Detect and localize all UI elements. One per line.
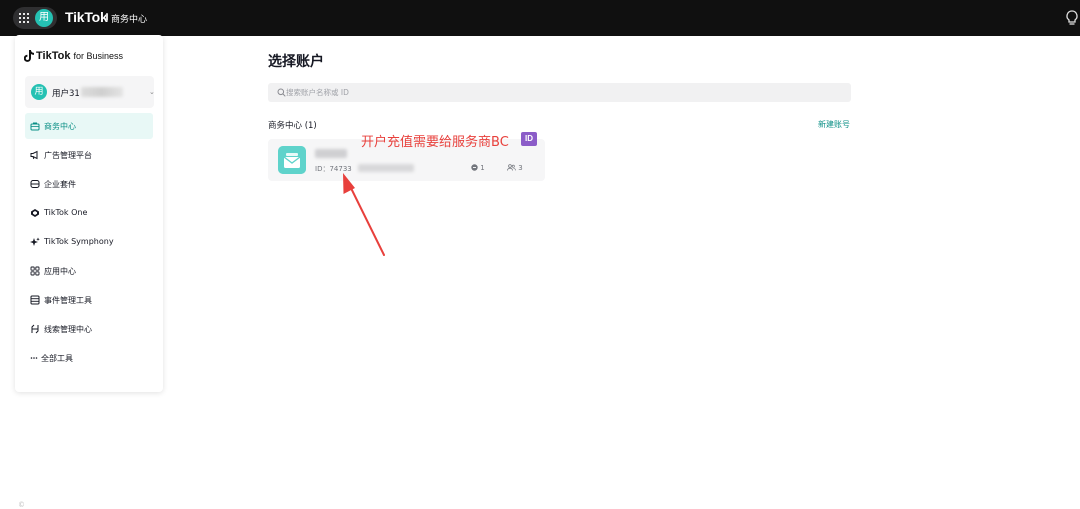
app-switcher-button[interactable]: 用 xyxy=(13,7,57,29)
suite-icon xyxy=(30,180,40,188)
lightbulb-icon[interactable] xyxy=(1064,9,1080,27)
sidebar-item-tiktok-one[interactable]: TikTok One xyxy=(25,200,153,226)
sidebar-item-label: 广告管理平台 xyxy=(44,151,92,160)
link-icon xyxy=(471,164,478,171)
more-icon xyxy=(30,357,38,359)
sidebar-item-business-center[interactable]: 商务中心 xyxy=(25,113,153,139)
account-name-redacted xyxy=(81,87,123,97)
new-account-link[interactable]: 新建账号 xyxy=(818,119,850,130)
brand-logo[interactable]: TikTok xyxy=(65,9,108,25)
connections-count-value: 1 xyxy=(480,164,485,172)
brand-separator xyxy=(106,13,108,21)
search-input[interactable] xyxy=(286,86,826,99)
grid-icon xyxy=(19,13,29,23)
sidebar-item-events-manager[interactable]: 事件管理工具 xyxy=(25,287,153,313)
members-count: 3 xyxy=(507,164,523,172)
sidebar-item-label: TikTok Symphony xyxy=(44,237,114,246)
tiktok-note-icon xyxy=(24,50,34,62)
apps-icon xyxy=(30,266,40,276)
sidebar-item-label: TikTok One xyxy=(44,208,88,217)
connections-count: 1 xyxy=(471,164,485,172)
annotation-text: 开户充值需要给服务商BC xyxy=(361,135,509,150)
logo-tiktok-text: TikTok xyxy=(36,50,71,62)
search-bar[interactable] xyxy=(268,83,851,102)
account-avatar: 用 xyxy=(31,84,47,100)
tiktok-one-icon xyxy=(31,209,39,217)
sparkle-icon xyxy=(30,237,40,246)
sidebar-item-label: 商务中心 xyxy=(44,122,76,131)
avatar[interactable]: 用 xyxy=(35,9,53,27)
sidebar-item-label: 企业套件 xyxy=(44,180,76,189)
sidebar-item-app-center[interactable]: 应用中心 xyxy=(25,258,153,284)
search-icon xyxy=(277,88,286,97)
sidebar-item-all-tools[interactable]: 全部工具 xyxy=(25,345,153,371)
megaphone-icon xyxy=(30,150,38,160)
logo-for-business-text: for Business xyxy=(73,51,123,61)
sidebar-item-label: 事件管理工具 xyxy=(44,296,92,305)
database-icon xyxy=(30,295,40,305)
page-title: 选择账户 xyxy=(268,54,324,70)
account-name-redacted xyxy=(315,149,347,158)
account-id: ID：74733 xyxy=(315,165,352,173)
sidebar-item-tiktok-symphony[interactable]: TikTok Symphony xyxy=(25,229,153,255)
account-id-redacted xyxy=(358,164,414,172)
account-selector[interactable]: 用 用户31 ⌄ xyxy=(25,76,155,108)
brand-subtitle: 商务中心 xyxy=(111,15,148,25)
sidebar-item-leads-center[interactable]: 线索管理中心 xyxy=(25,316,153,342)
members-icon xyxy=(507,164,516,171)
business-center-icon xyxy=(278,146,306,174)
sidebar-item-label: 全部工具 xyxy=(41,354,73,363)
sidebar: TikTok for Business 用 用户31 ⌄ 商务中心 广告管理平台… xyxy=(15,35,163,392)
section-title: 商务中心 (1) xyxy=(268,121,317,131)
sidebar-item-label: 应用中心 xyxy=(44,267,76,276)
sidebar-item-enterprise-suite[interactable]: 企业套件 xyxy=(25,171,153,197)
sidebar-item-ads-manager[interactable]: 广告管理平台 xyxy=(25,142,153,168)
annotation-id-badge: ID xyxy=(521,132,537,146)
top-navigation-bar: 用 TikTok 商务中心 xyxy=(0,0,1080,36)
briefcase-icon xyxy=(30,122,40,131)
leads-icon xyxy=(31,324,39,334)
chevron-down-icon: ⌄ xyxy=(149,88,155,96)
account-name: 用户31 xyxy=(52,89,80,99)
sidebar-item-label: 线索管理中心 xyxy=(44,325,92,334)
members-count-value: 3 xyxy=(518,164,523,172)
tiktok-for-business-logo[interactable]: TikTok for Business xyxy=(24,49,123,63)
